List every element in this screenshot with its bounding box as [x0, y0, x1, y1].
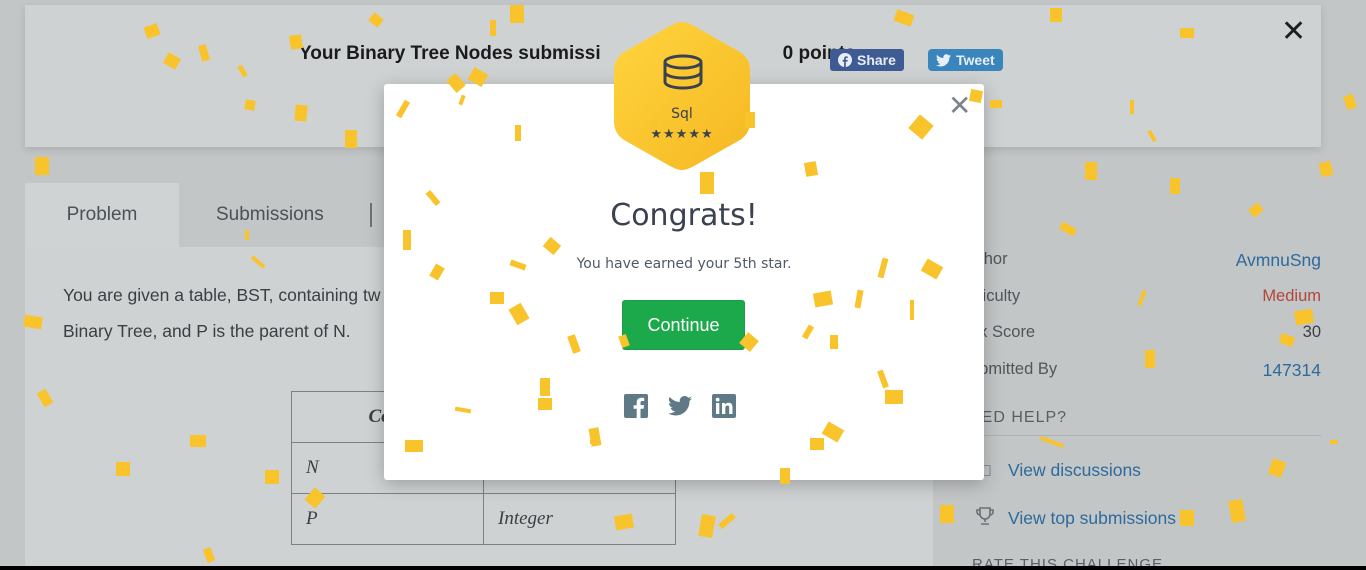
hexagon-badge-icon — [614, 22, 750, 170]
tab-divider — [370, 203, 372, 227]
max-score-value: 30 — [1302, 323, 1321, 341]
view-top-submissions-link[interactable]: View top submissions — [972, 505, 1176, 532]
view-discussions-label: View discussions — [1008, 460, 1141, 480]
view-top-submissions-label: View top submissions — [1008, 508, 1176, 528]
tab-problem-label: Problem — [66, 204, 138, 225]
facebook-share-button[interactable]: Share — [830, 49, 904, 71]
modal-title: Congrats! — [610, 198, 758, 233]
continue-button[interactable]: Continue — [622, 300, 745, 350]
need-help-heading: EED HELP? — [970, 409, 1068, 426]
sidebar-row-submitted-by: ubmitted By 147314 — [970, 360, 1321, 384]
view-discussions-link[interactable]: □ View discussions — [972, 460, 1141, 481]
table-row: P Integer — [291, 493, 676, 545]
problem-line-2: Binary Tree, and P is the parent of N. — [63, 321, 351, 341]
submitted-by-link[interactable]: 147314 — [1263, 360, 1321, 381]
problem-statement: You are given a table, BST, containing t… — [63, 277, 403, 349]
twitter-tweet-button[interactable]: Tweet — [928, 49, 1003, 71]
linkedin-icon[interactable] — [712, 394, 736, 418]
modal-share-row — [624, 394, 744, 420]
twitter-icon[interactable] — [668, 394, 692, 418]
facebook-icon — [838, 53, 852, 67]
problem-line-1: You are given a table, BST, containing t… — [63, 285, 381, 305]
sidebar-row-difficulty: ifficulty Medium — [970, 287, 1321, 311]
bottom-edge — [0, 566, 1366, 570]
share-label: Share — [857, 52, 896, 68]
badge-stars: ★★★★★ — [650, 126, 714, 141]
sql-badge: Sql ★★★★★ — [612, 20, 752, 172]
facebook-icon[interactable] — [624, 394, 648, 418]
tab-problem[interactable]: Problem — [25, 183, 179, 247]
schema-cell: Integer — [483, 493, 676, 545]
tweet-label: Tweet — [956, 52, 995, 68]
difficulty-value: Medium — [1262, 287, 1321, 305]
twitter-icon — [936, 53, 951, 66]
badge-label: Sql — [671, 106, 693, 122]
banner-text-prefix: Your Binary Tree Nodes submissi — [299, 43, 601, 64]
tab-submissions[interactable]: Submissions — [216, 183, 324, 247]
banner-close-icon[interactable]: ✕ — [1281, 17, 1306, 47]
trophy-icon — [972, 505, 998, 532]
banner-message: Your Binary Tree Nodes submissi 0 points. — [299, 43, 861, 65]
sidebar-row-max-score: ax Score 30 — [970, 323, 1321, 347]
author-link[interactable]: AvmnuSng — [1236, 250, 1321, 271]
sidebar-row-author: uthor AvmnuSng — [970, 250, 1321, 274]
schema-cell: P — [291, 493, 484, 545]
sidebar-divider — [980, 435, 1321, 436]
tab-submissions-label: Submissions — [216, 204, 324, 225]
modal-close-icon[interactable]: ✕ — [948, 92, 971, 120]
modal-subtitle: You have earned your 5th star. — [576, 256, 792, 272]
